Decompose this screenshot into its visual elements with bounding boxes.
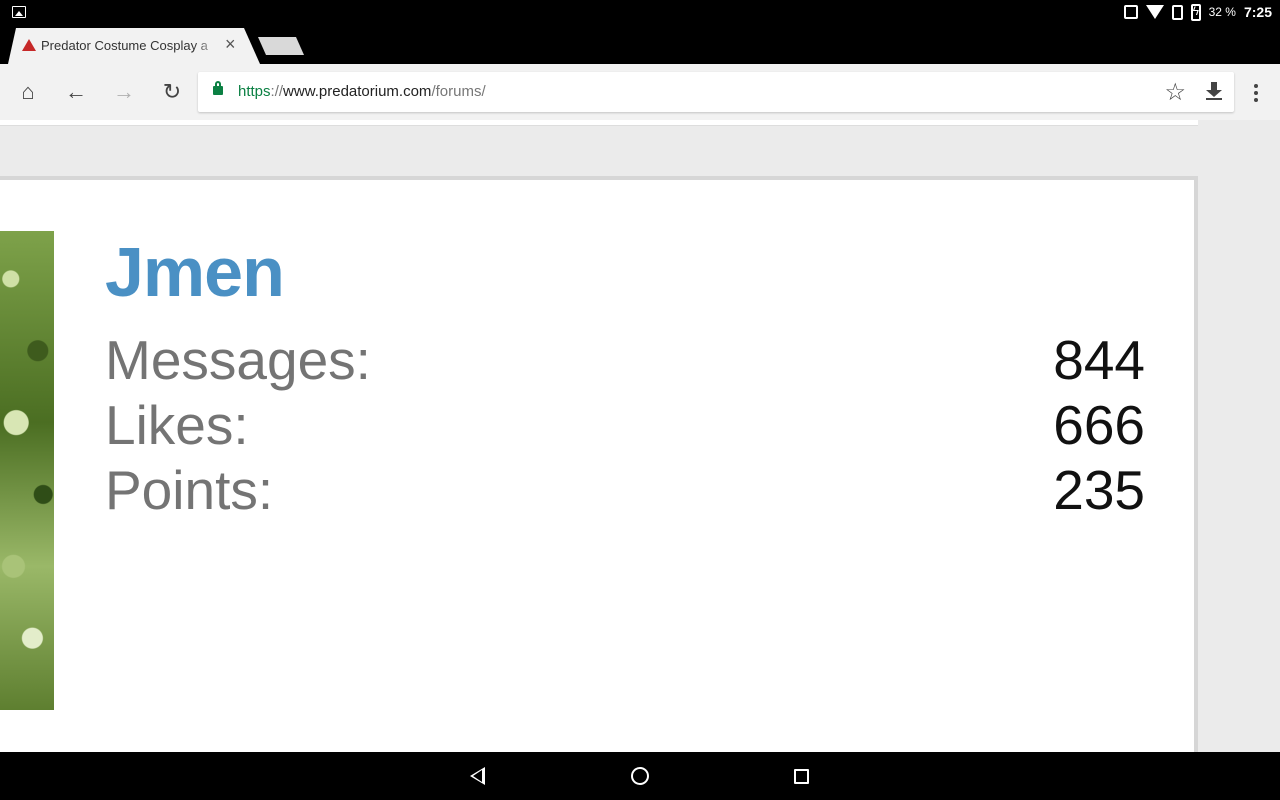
vibrate-icon xyxy=(1123,5,1138,19)
stat-likes: Likes: 666 xyxy=(105,393,1145,458)
status-bar: 32 % 7:25 Predator Costume Cosplay a × xyxy=(0,0,1280,64)
url-path: /forums/ xyxy=(431,83,486,100)
stat-value: 666 xyxy=(1053,394,1145,456)
username[interactable]: Jmen xyxy=(105,232,285,312)
tab-active[interactable]: Predator Costume Cosplay a × xyxy=(8,28,260,64)
stat-label: Points: xyxy=(105,459,274,521)
avatar[interactable] xyxy=(0,231,54,710)
stat-label: Messages: xyxy=(105,329,371,391)
wifi-icon xyxy=(1145,5,1164,19)
reload-icon[interactable]: ↻ xyxy=(158,78,186,106)
forward-arrow-icon[interactable]: → xyxy=(110,78,138,106)
sim-icon xyxy=(1171,4,1183,20)
url-separator: :// xyxy=(270,83,284,100)
bookmark-star-icon[interactable]: ☆ xyxy=(1164,78,1186,107)
gallery-notification-icon xyxy=(12,6,26,18)
new-tab-button[interactable] xyxy=(258,37,304,55)
page-viewport: Jmen Messages: 844 Likes: 666 Points: 23… xyxy=(0,120,1280,752)
home-icon[interactable]: ⌂ xyxy=(14,78,42,106)
stat-messages: Messages: 844 xyxy=(105,328,1145,393)
download-icon[interactable] xyxy=(1206,80,1222,102)
lock-icon xyxy=(213,81,223,95)
system-nav-bar xyxy=(0,752,1280,800)
page-side-gutter xyxy=(1198,120,1280,752)
nav-home-icon[interactable] xyxy=(631,767,649,785)
stat-points: Points: 235 xyxy=(105,458,1145,523)
page-header-strip xyxy=(0,120,1224,126)
stat-value[interactable]: 235 xyxy=(1053,458,1145,523)
predatorium-favicon-icon xyxy=(22,39,36,51)
tab-title: Predator Costume Cosplay a xyxy=(41,38,208,53)
member-card: Jmen Messages: 844 Likes: 666 Points: 23… xyxy=(0,176,1198,752)
stat-value[interactable]: 844 xyxy=(1053,328,1145,393)
battery-percent: 32 % xyxy=(1208,5,1236,19)
nav-recents-icon[interactable] xyxy=(794,769,809,784)
clock: 7:25 xyxy=(1243,4,1272,20)
stat-label: Likes: xyxy=(105,394,249,456)
nav-back-icon[interactable] xyxy=(470,767,485,785)
status-icons: 32 % 7:25 xyxy=(1123,3,1272,21)
back-arrow-icon[interactable]: ← xyxy=(62,78,90,106)
overflow-menu-icon[interactable] xyxy=(1254,84,1258,102)
member-stats: Messages: 844 Likes: 666 Points: 235 xyxy=(105,328,1145,523)
url-text[interactable]: https://www.predatorium.com/forums/ xyxy=(238,83,486,100)
url-scheme: https xyxy=(238,83,271,100)
battery-charging-icon xyxy=(1190,3,1201,21)
address-bar[interactable]: https://www.predatorium.com/forums/ ☆ xyxy=(198,72,1234,112)
url-host: www.predatorium.com xyxy=(283,83,432,100)
close-tab-icon[interactable]: × xyxy=(225,34,236,54)
browser-toolbar: ⌂ ← → ↻ https://www.predatorium.com/foru… xyxy=(0,64,1280,120)
